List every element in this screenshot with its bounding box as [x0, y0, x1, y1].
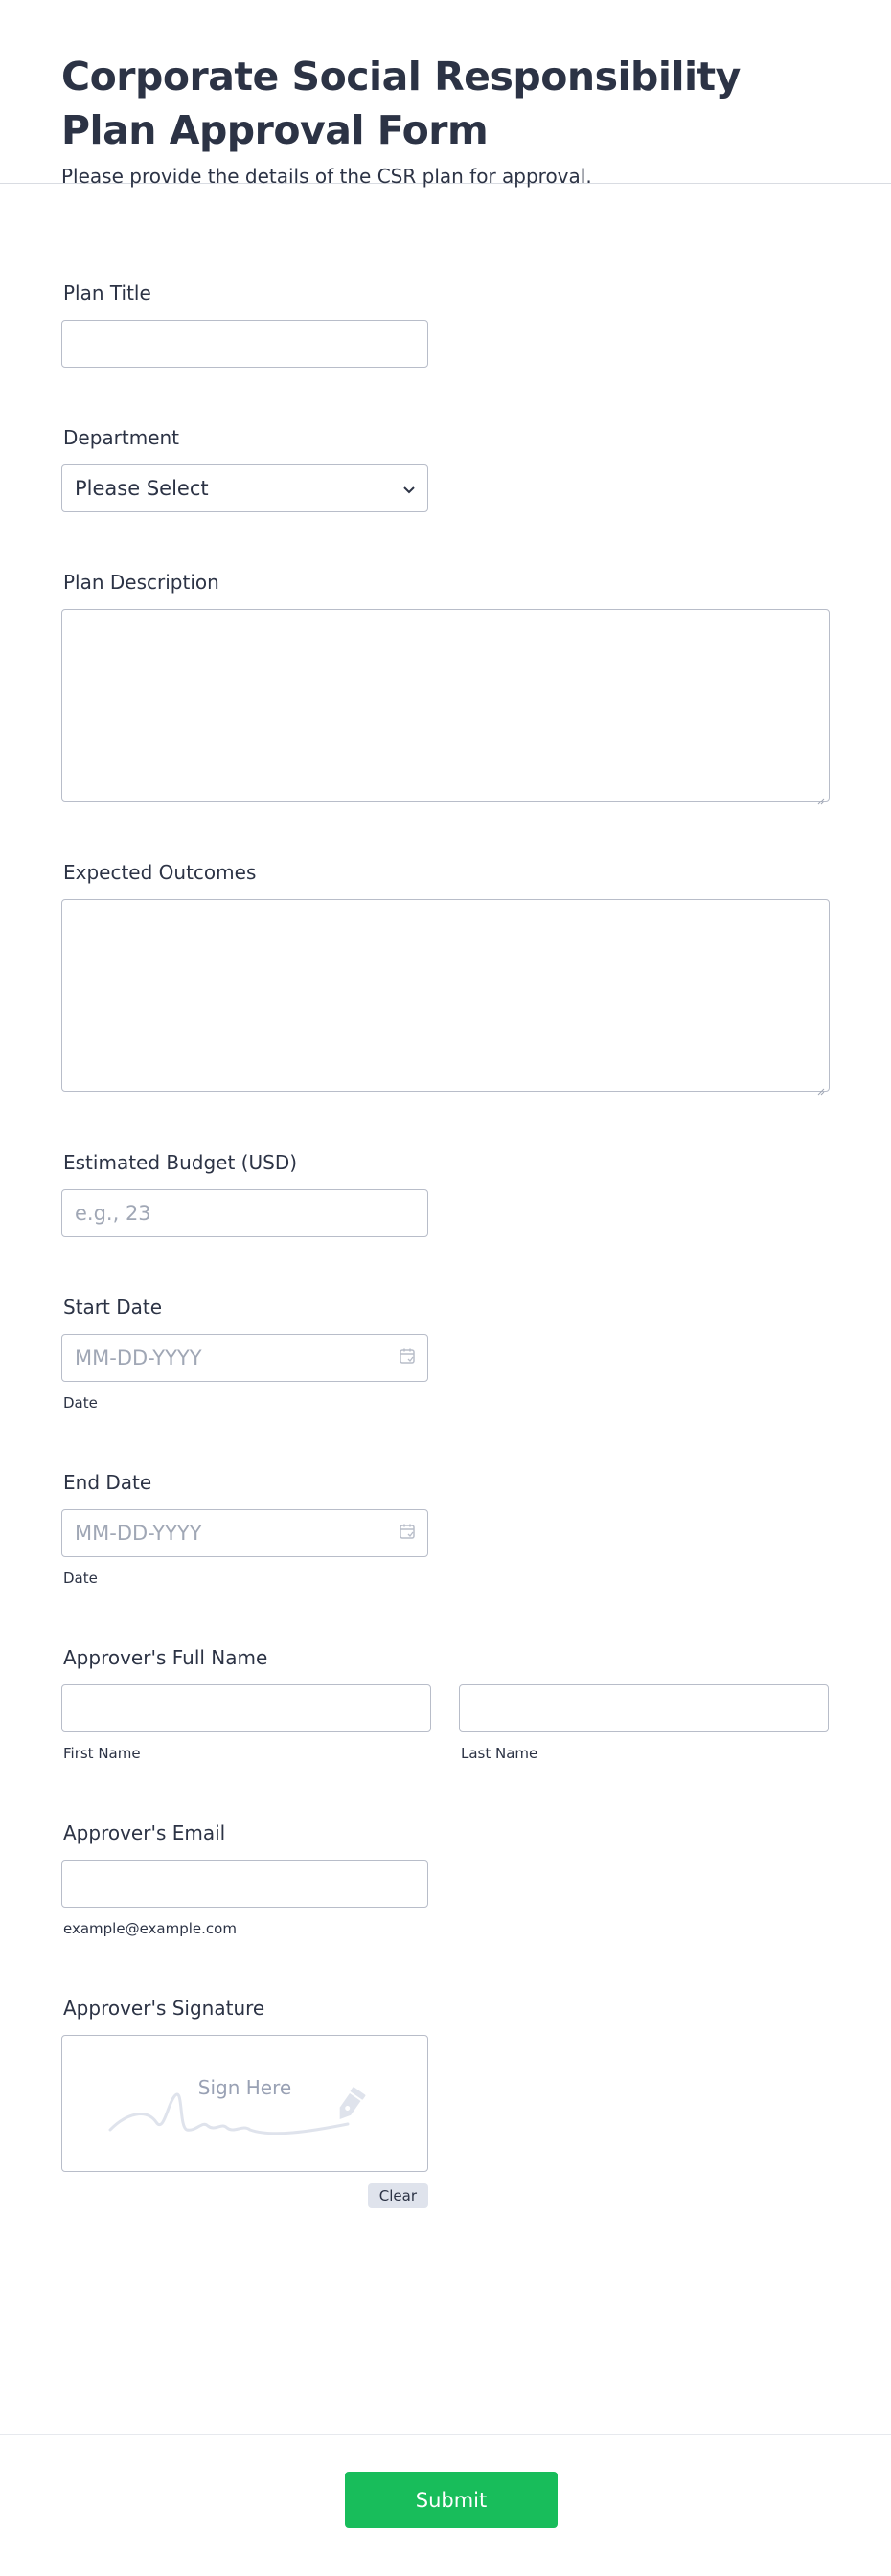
signature-label: Approver's Signature	[63, 1997, 265, 2020]
plan-description-textarea[interactable]	[61, 609, 830, 805]
first-name-input[interactable]	[61, 1684, 431, 1732]
signature-pad[interactable]: Sign Here	[61, 2035, 428, 2172]
plan-title-field: Plan Title	[61, 280, 428, 368]
expected-outcomes-label: Expected Outcomes	[63, 861, 257, 884]
resize-handle-icon[interactable]	[815, 1077, 825, 1096]
approver-email-label: Approver's Email	[63, 1821, 226, 1844]
budget-label: Estimated Budget (USD)	[63, 1151, 298, 1174]
start-date-input[interactable]: MM-DD-YYYY	[61, 1334, 428, 1382]
department-select[interactable]: Please Select	[61, 464, 428, 512]
approver-name-field: Approver's Full Name First Name Last Nam…	[61, 1644, 829, 1762]
approver-name-label: Approver's Full Name	[63, 1646, 268, 1669]
end-date-field: End Date MM-DD-YYYY Date	[61, 1469, 428, 1587]
signature-field: Approver's Signature Sign Here Clear	[61, 1995, 428, 2217]
form-footer: Submit	[0, 2434, 891, 2576]
approver-email-input[interactable]	[61, 1860, 428, 1908]
calendar-icon[interactable]	[399, 1522, 416, 1545]
clear-signature-button[interactable]: Clear	[367, 2183, 428, 2208]
expected-outcomes-textarea[interactable]	[61, 899, 830, 1096]
signature-scribble-icon	[108, 2087, 366, 2135]
plan-title-input[interactable]	[61, 320, 428, 368]
end-date-placeholder: MM-DD-YYYY	[75, 1522, 202, 1545]
budget-input[interactable]: e.g., 23	[61, 1189, 428, 1237]
chevron-down-icon	[402, 477, 416, 500]
first-name-sublabel: First Name	[63, 1745, 141, 1762]
form-body: Plan Title Department Please Select Plan…	[0, 184, 891, 2528]
calendar-icon[interactable]	[399, 1346, 416, 1369]
end-date-input[interactable]: MM-DD-YYYY	[61, 1509, 428, 1557]
start-date-field: Start Date MM-DD-YYYY Date	[61, 1294, 428, 1412]
form-header: Corporate Social Responsibility Plan App…	[0, 0, 891, 188]
budget-field: Estimated Budget (USD) e.g., 23	[61, 1149, 428, 1237]
department-selected-value: Please Select	[75, 477, 209, 500]
plan-title-label: Plan Title	[63, 282, 151, 305]
approver-email-field: Approver's Email example@example.com	[61, 1819, 428, 1937]
submit-button[interactable]: Submit	[345, 2472, 558, 2528]
resize-handle-icon[interactable]	[815, 787, 825, 805]
last-name-input[interactable]	[459, 1684, 829, 1732]
start-date-placeholder: MM-DD-YYYY	[75, 1346, 202, 1369]
approver-email-sublabel: example@example.com	[63, 1920, 237, 1937]
budget-placeholder: e.g., 23	[75, 1202, 151, 1225]
plan-description-field: Plan Description	[61, 569, 830, 805]
expected-outcomes-field: Expected Outcomes	[61, 859, 830, 1096]
last-name-sublabel: Last Name	[461, 1745, 538, 1762]
end-date-sublabel: Date	[63, 1570, 98, 1587]
plan-description-label: Plan Description	[63, 571, 219, 594]
start-date-sublabel: Date	[63, 1394, 98, 1412]
end-date-label: End Date	[63, 1471, 152, 1494]
department-field: Department Please Select	[61, 424, 428, 512]
start-date-label: Start Date	[63, 1296, 163, 1319]
department-label: Department	[63, 426, 180, 449]
form-title: Corporate Social Responsibility Plan App…	[61, 54, 741, 153]
